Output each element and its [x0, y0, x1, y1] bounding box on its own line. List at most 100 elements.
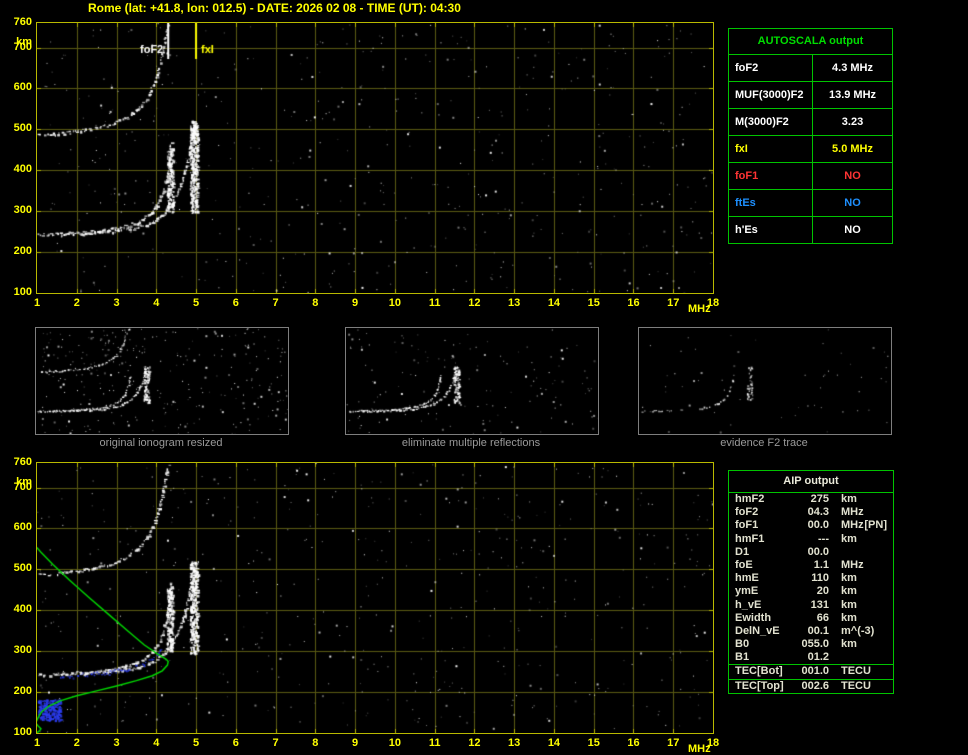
aip-value: 04.3	[807, 506, 829, 519]
y-tick-label: 760	[13, 16, 32, 28]
aip-row: B1 01.2	[729, 651, 893, 664]
station-title: Rome (lat: +41.8, lon: 012.5) - DATE: 20…	[88, 1, 461, 15]
ionogram-top-canvas	[37, 23, 713, 293]
x-tick-label: 16	[627, 297, 640, 309]
x-tick-label: 1	[33, 737, 41, 749]
aip-unit: TECU	[841, 679, 871, 692]
aip-value: 00.0	[807, 519, 829, 532]
aip-row: foF2 04.3 MHz	[729, 506, 893, 519]
x-tick-label: 15	[587, 737, 600, 749]
autoscala-row-value: 5.0 MHz	[832, 143, 873, 155]
autoscala-row-label: h'Es	[729, 217, 813, 243]
aip-label: foF2	[735, 506, 759, 519]
thumbnail-f2-trace-canvas	[639, 328, 891, 434]
autoscala-row: foF1 NO	[729, 163, 892, 190]
aip-label: foF1	[735, 519, 759, 532]
autoscala-row-value: NO	[844, 170, 861, 182]
ionogram-bottom-plot	[36, 462, 714, 734]
autoscala-output-title: AUTOSCALA output	[729, 29, 892, 55]
aip-value: 055.0	[801, 638, 829, 651]
aip-tec-bot-row: TEC[Bot] 001.0 TECU	[729, 664, 893, 678]
x-tick-label: 12	[468, 737, 481, 749]
x-tick-label: 9	[352, 297, 359, 309]
aip-label: h_vE	[735, 598, 762, 611]
aip-value: ---	[818, 532, 829, 545]
aip-extra: [PN]	[864, 519, 887, 532]
aip-row: ymE 20 km	[729, 585, 893, 598]
autoscala-row-value: NO	[844, 197, 861, 209]
aip-output-title: AIP output	[729, 471, 893, 493]
x-tick-label: 3	[113, 737, 120, 749]
aip-row: B0 055.0 km	[729, 638, 893, 651]
aip-output-box: AIP output hmF2 275 km foF2 04.3 MHz foF1 00.0 M…	[728, 470, 894, 694]
x-tick-label: 7	[272, 297, 279, 309]
aip-value: 001.0	[801, 665, 829, 678]
x-tick-label: 2	[73, 297, 80, 309]
aip-output-rows: hmF2 275 km foF2 04.3 MHz foF1 00.0 MHz [PN] hmF1-…	[729, 493, 893, 664]
ionogram-top-plot	[36, 22, 714, 294]
x-tick-label: 4	[153, 737, 160, 749]
thumbnail-f2-trace	[638, 327, 892, 435]
x-tick-label: 14	[547, 737, 561, 749]
aip-row: h_vE 131 km	[729, 599, 893, 612]
x-tick-label: 11	[428, 297, 441, 309]
aip-label: Ewidth	[735, 611, 772, 624]
aip-row: foE 1.1 MHz	[729, 559, 893, 572]
aip-unit: m^(-3)	[841, 624, 875, 637]
x-tick-label: 8	[312, 737, 319, 749]
aip-row: DelN_vE 00.1 m^(-3)	[729, 625, 893, 638]
aip-label: DelN_vE	[735, 624, 780, 637]
aip-value: 275	[810, 493, 829, 505]
x-tick-label: 10	[388, 737, 401, 749]
x-tick-label: 8	[312, 297, 319, 309]
ionogram-bottom-canvas	[37, 463, 713, 733]
aip-unit: MHz	[841, 558, 864, 571]
x-tick-label: 2	[73, 737, 80, 749]
autoscala-row: foF2 4.3 MHz	[729, 55, 892, 82]
aip-value: 20	[816, 585, 829, 598]
x-tick-label: 4	[153, 297, 160, 309]
autoscala-row-label: MUF(3000)F2	[729, 82, 813, 108]
x-tick-label: 13	[508, 297, 521, 309]
aip-unit: km	[841, 598, 857, 611]
autoscala-row-label: M(3000)F2	[729, 109, 813, 135]
autoscala-row: M(3000)F2 3.23	[729, 109, 892, 136]
aip-value: 131	[810, 598, 829, 611]
autoscala-row-label: foF1	[729, 163, 813, 189]
autoscala-row-value: NO	[844, 224, 861, 236]
x-tick-label: 17	[667, 297, 680, 309]
aip-label: D1	[735, 545, 750, 558]
aip-row: D1 00.0	[729, 546, 893, 559]
aip-value: 110	[811, 572, 829, 585]
y-tick-label: 300	[13, 644, 32, 657]
autoscala-row-value: 3.23	[841, 116, 864, 128]
autoscala-row: h'Es NO	[729, 217, 892, 243]
y-tick-label: 400	[13, 603, 32, 616]
aip-label: ymE	[735, 585, 759, 598]
x-tick-label: 7	[272, 737, 279, 749]
y-tick-label: 600	[13, 81, 32, 94]
autoscala-window: Rome (lat: +41.8, lon: 012.5) - DATE: 20…	[0, 0, 968, 755]
x-tick-label: 17	[667, 737, 680, 749]
x-tick-label: 5	[192, 297, 200, 309]
x-tick-label: 9	[352, 737, 359, 749]
x-tick-label: 14	[547, 297, 561, 309]
y-tick-label: 300	[13, 204, 32, 217]
aip-row: TEC[Top] 002.6 TECU	[729, 680, 893, 693]
aip-row: hmE 110 km	[729, 572, 893, 585]
autoscala-output-table: AUTOSCALA output foF2 4.3 MHz MUF(3000)F2 1…	[728, 28, 893, 244]
x-tick-label: 10	[388, 297, 401, 309]
x-tick-label: 6	[232, 737, 239, 749]
autoscala-output-rows: foF2 4.3 MHz MUF(3000)F2 13.9 MHz M(3000)F2 3…	[729, 55, 892, 243]
aip-label: B0	[735, 638, 750, 651]
aip-label: hmF1	[735, 532, 765, 545]
autoscala-row-label: ftEs	[729, 190, 813, 216]
aip-unit: km	[841, 611, 857, 624]
aip-value: 66	[816, 611, 829, 624]
x-unit-label: MHz	[688, 743, 711, 755]
aip-value: 01.2	[807, 651, 829, 664]
x-tick-label: 12	[468, 297, 481, 309]
aip-label: B1	[735, 651, 750, 664]
y-tick-label: 600	[13, 521, 32, 534]
thumbnail-caption-multiple-reflections: eliminate multiple reflections	[401, 437, 541, 449]
